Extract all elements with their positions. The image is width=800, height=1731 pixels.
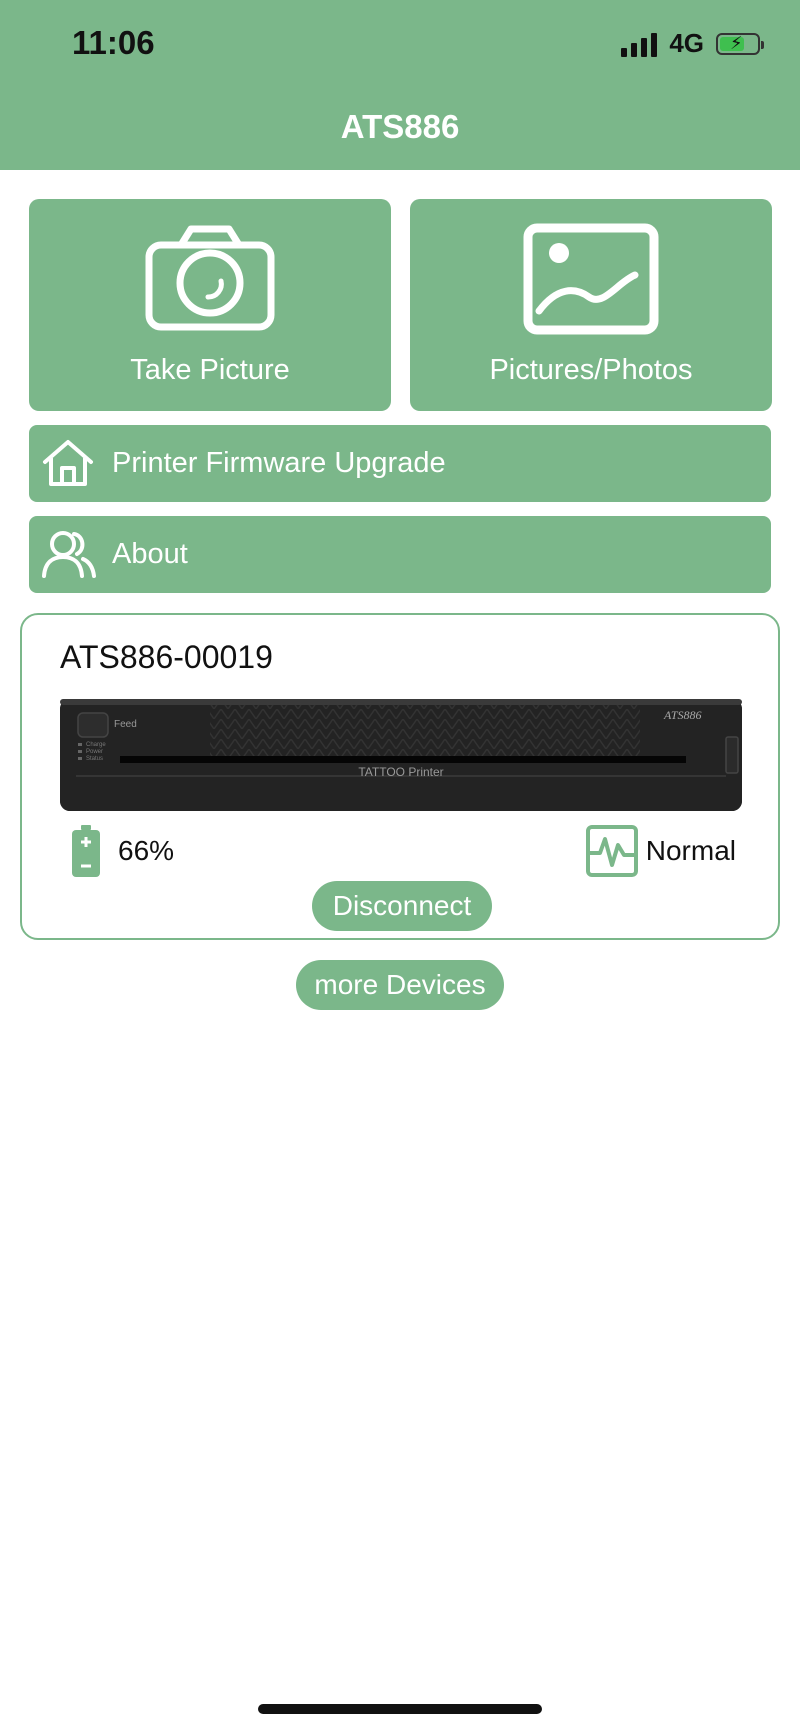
printer-brand-label: ATS886: [663, 708, 702, 722]
firmware-upgrade-button[interactable]: Printer Firmware Upgrade: [29, 425, 771, 502]
app-header: 11:06 4G ⚡ ATS886: [0, 0, 800, 170]
status-label: Normal: [645, 835, 736, 866]
battery-status-icon: ⚡: [716, 32, 764, 55]
printer-status: Normal: [585, 825, 736, 877]
take-picture-button[interactable]: Take Picture: [29, 199, 391, 411]
printer-model-label: TATTOO Printer: [358, 765, 443, 779]
pictures-photos-label: Pictures/Photos: [489, 354, 693, 386]
status-indicators: 4G ⚡: [621, 28, 764, 59]
printer-led-charge-label: Charge: [86, 742, 106, 748]
more-devices-button[interactable]: more Devices: [296, 960, 504, 1010]
home-icon: [41, 438, 95, 493]
battery-level: 66%: [72, 825, 174, 877]
users-icon: [41, 529, 97, 584]
disconnect-button[interactable]: Disconnect: [312, 881, 492, 931]
printer-image: Feed Charge Power Status ATS886 TATTOO P…: [60, 699, 742, 811]
image-icon: [523, 223, 659, 340]
signal-icon: [621, 31, 658, 57]
battery-percentage: 66%: [118, 835, 175, 866]
home-indicator[interactable]: [258, 1704, 542, 1714]
page-title: ATS886: [340, 108, 460, 145]
status-time: 11:06: [72, 24, 155, 61]
printer-led-power-label: Power: [86, 749, 103, 755]
device-card: ATS886-00019 Feed Charge Power Status AT…: [20, 613, 780, 940]
firmware-upgrade-label: Printer Firmware Upgrade: [112, 447, 446, 479]
network-type: 4G: [669, 28, 704, 58]
pictures-photos-button[interactable]: Pictures/Photos: [410, 199, 772, 411]
about-button[interactable]: About: [29, 516, 771, 593]
activity-icon: [585, 825, 638, 877]
take-picture-label: Take Picture: [130, 354, 290, 386]
camera-icon: [145, 223, 275, 338]
battery-icon: [72, 825, 100, 877]
about-label: About: [112, 538, 188, 570]
printer-feed-label: Feed: [114, 719, 137, 730]
printer-led-status-label: Status: [86, 756, 103, 762]
device-name: ATS886-00019: [60, 639, 273, 675]
